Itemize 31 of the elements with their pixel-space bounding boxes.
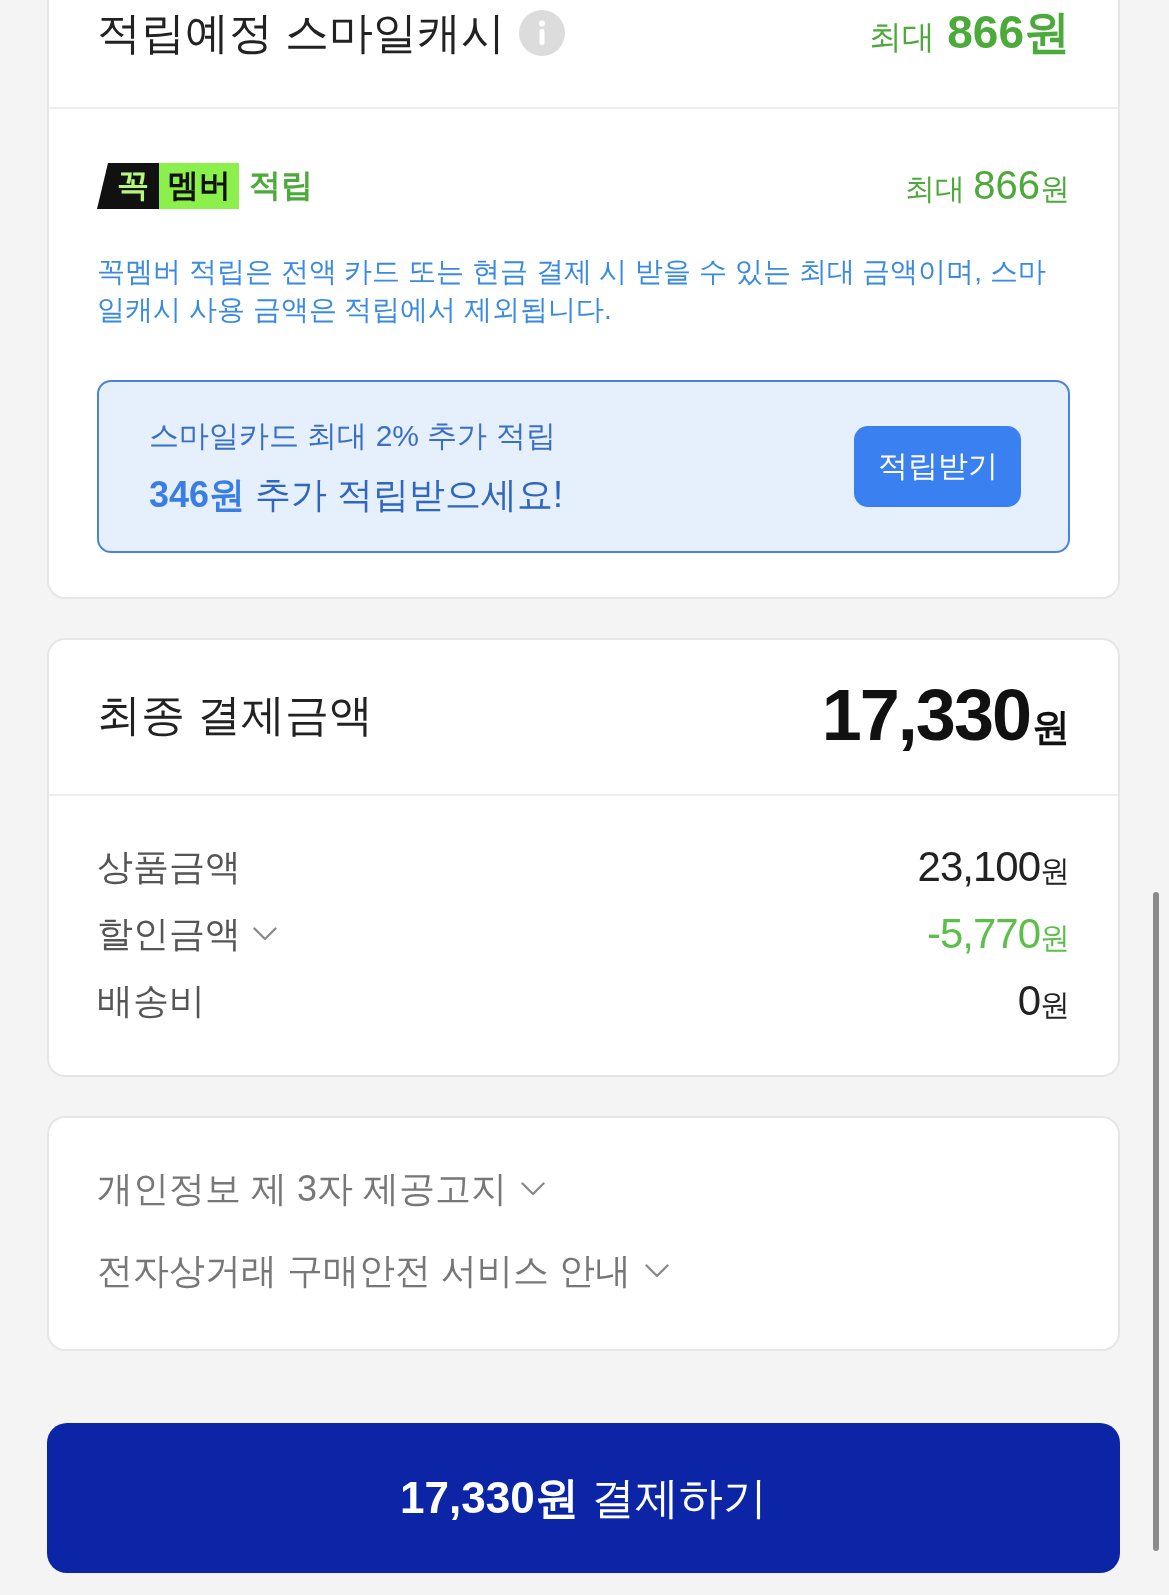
- max-label: 최대: [905, 170, 966, 207]
- notice-toggle[interactable]: 개인정보 제 3자 제공고지: [97, 1164, 546, 1214]
- total-amount: 17,330: [821, 674, 1030, 756]
- notice-toggle[interactable]: 전자상거래 구매안전 서비스 안내: [97, 1246, 669, 1296]
- membership-badge: 멤버: [159, 163, 239, 209]
- row-value: -5,770: [926, 910, 1040, 958]
- section-title: 적립예정 스마일캐시: [97, 6, 506, 59]
- discount-toggle[interactable]: 할인금액: [97, 910, 277, 959]
- currency-unit: 원: [1032, 705, 1070, 750]
- pay-button[interactable]: 17,330원 결제하기: [47, 1423, 1120, 1573]
- scrollbar-thumb[interactable]: [1153, 892, 1159, 1551]
- currency-unit: 원: [1040, 854, 1070, 889]
- row-value: 0: [1017, 977, 1040, 1025]
- max-label: 최대: [869, 17, 936, 57]
- promo-headline: 346원 추가 적립받으세요!: [149, 473, 564, 517]
- cashback-amount: 866원: [947, 5, 1070, 60]
- currency-unit: 원: [1040, 988, 1070, 1023]
- row-label: 상품금액: [97, 845, 241, 889]
- currency-unit: 원: [1040, 921, 1070, 956]
- earn-button[interactable]: 적립받기: [854, 426, 1021, 507]
- row-label: 배송비: [97, 979, 205, 1023]
- info-icon: [519, 10, 566, 56]
- reward-label: 적립: [249, 166, 313, 205]
- promo-text: 스마일카드 최대 2% 추가 적립: [149, 418, 557, 454]
- row-value: 23,100: [917, 843, 1040, 891]
- badge-mark: 꼭: [97, 163, 159, 209]
- reward-description: 꼭멤버 적립은 전액 카드 또는 현금 결제 시 받을 수 있는 최대 금액이며, 스마일캐시 사용 금액은 적립에서 제외됩니다.: [97, 255, 1047, 327]
- currency-unit: 원: [1040, 170, 1070, 207]
- reward-amount: 866: [973, 162, 1040, 208]
- chevron-icon: [253, 927, 277, 942]
- section-title: 최종 결제금액: [97, 688, 374, 741]
